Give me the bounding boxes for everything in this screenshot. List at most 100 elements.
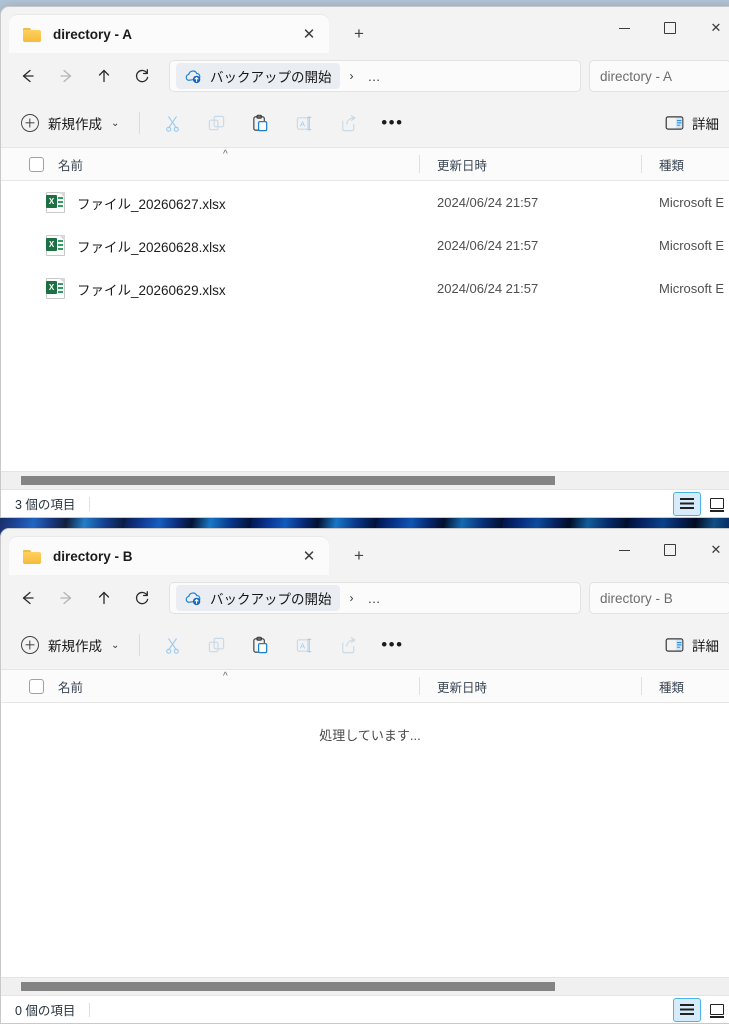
column-header-name[interactable]: 名前 [1,670,419,702]
paste-icon [253,636,268,653]
scissors-icon [166,637,179,654]
table-row[interactable]: X ファイル_20260628.xlsx 2024/06/24 21:57 Mi… [1,224,729,267]
tiles-view-icon [709,1004,724,1018]
arrow-right-icon [60,591,72,605]
share-button[interactable] [326,628,370,662]
table-row[interactable]: X ファイル_20260629.xlsx 2024/06/24 21:57 Mi… [1,267,729,310]
tab-directory-b[interactable]: directory - B ✕ [9,537,329,575]
new-tab-button[interactable]: + [345,542,373,570]
column-header-type[interactable]: 種類 [641,148,729,180]
maximize-button[interactable] [647,7,693,49]
arrow-left-icon [22,591,34,605]
arrow-right-icon [60,69,72,83]
details-pane-label: 詳細 [692,639,719,654]
back-button[interactable] [9,582,47,614]
breadcrumb-separator-icon[interactable]: › [340,591,364,605]
breadcrumb-overflow-icon[interactable]: … [364,591,386,606]
view-mode-toggles [673,491,729,516]
file-list-b[interactable]: 処理しています... [1,703,729,977]
onedrive-cloud-icon [185,591,201,605]
file-type: Microsoft E [659,195,725,210]
refresh-button[interactable] [123,582,161,614]
column-header-modified[interactable]: 更新日時 [419,148,641,180]
scrollbar-thumb[interactable] [21,982,556,991]
refresh-icon [135,69,149,83]
forward-button[interactable] [47,60,85,92]
new-item-button[interactable]: 新規作成 ⌄ [11,629,129,661]
new-tab-button[interactable]: + [345,20,373,48]
column-header-type[interactable]: 種類 [641,670,729,702]
share-icon [342,636,356,653]
file-modified: 2024/06/24 21:57 [437,195,539,210]
breadcrumb-backup[interactable]: バックアップの開始 [176,585,340,611]
file-modified: 2024/06/24 21:57 [437,281,539,296]
copy-button[interactable] [194,106,238,140]
up-button[interactable] [85,60,123,92]
column-headers: 名前 更新日時 種類 ^ [1,147,729,181]
file-explorer-window-a[interactable]: directory - A ✕ + ✕ バックアップの開始 › … direct… [0,6,729,518]
refresh-button[interactable] [123,60,161,92]
horizontal-scrollbar[interactable] [1,977,729,995]
address-field[interactable]: バックアップの開始 › … [169,60,581,92]
more-options-button[interactable]: ••• [370,106,414,140]
chevron-down-icon[interactable]: ⌄ [111,640,119,651]
command-bar: 新規作成 ⌄ A ••• 詳細 [1,99,729,147]
status-divider [89,496,91,511]
cut-button[interactable] [150,628,194,662]
file-explorer-window-b[interactable]: directory - B ✕ + ✕ バックアップの開始 › … direct… [0,528,729,1024]
tab-close-icon[interactable]: ✕ [295,542,323,570]
minimize-button[interactable] [601,7,647,49]
search-input[interactable]: directory - A [589,60,729,92]
details-pane-button[interactable]: 詳細 [655,629,729,661]
minimize-button[interactable] [601,529,647,571]
rename-button[interactable]: A [282,628,326,662]
forward-button[interactable] [47,582,85,614]
address-field[interactable]: バックアップの開始 › … [169,582,581,614]
onedrive-cloud-icon [185,69,201,83]
copy-button[interactable] [194,628,238,662]
breadcrumb-label: バックアップの開始 [210,70,332,85]
horizontal-scrollbar[interactable] [1,471,729,489]
close-button[interactable]: ✕ [693,7,729,49]
share-icon [342,114,356,131]
close-button[interactable]: ✕ [693,529,729,571]
chevron-down-icon[interactable]: ⌄ [111,118,119,129]
select-all-checkbox[interactable] [29,678,44,694]
maximize-button[interactable] [647,529,693,571]
paste-button[interactable] [238,106,282,140]
up-button[interactable] [85,582,123,614]
folder-icon [23,27,41,42]
rename-button[interactable]: A [282,106,326,140]
file-name: ファイル_20260627.xlsx [77,196,226,212]
scrollbar-thumb[interactable] [21,476,556,485]
tab-directory-a[interactable]: directory - A ✕ [9,15,329,53]
column-header-modified[interactable]: 更新日時 [419,670,641,702]
breadcrumb-overflow-icon[interactable]: … [364,69,386,84]
file-list-a[interactable]: X ファイル_20260627.xlsx 2024/06/24 21:57 Mi… [1,181,729,471]
paste-button[interactable] [238,628,282,662]
new-item-button[interactable]: 新規作成 ⌄ [11,107,129,139]
search-input[interactable]: directory - B [589,582,729,614]
select-all-checkbox[interactable] [29,156,44,172]
breadcrumb-backup[interactable]: バックアップの開始 [176,63,340,89]
back-button[interactable] [9,60,47,92]
details-pane-button[interactable]: 詳細 [655,107,729,139]
toolbar-divider [139,634,141,656]
search-placeholder: directory - A [600,68,673,84]
paste-icon [253,114,268,131]
empty-state-message: 処理しています... [319,728,421,743]
column-header-type-label: 種類 [659,680,685,695]
table-row[interactable]: X ファイル_20260627.xlsx 2024/06/24 21:57 Mi… [1,181,729,224]
share-button[interactable] [326,106,370,140]
more-options-button[interactable]: ••• [370,628,414,662]
details-view-button[interactable] [673,997,701,1022]
tab-close-icon[interactable]: ✕ [295,20,323,48]
cut-button[interactable] [150,106,194,140]
excel-file-icon: X [46,278,65,299]
column-header-name[interactable]: 名前 [1,148,419,180]
tiles-view-button[interactable] [703,998,729,1022]
tiles-view-button[interactable] [703,492,729,516]
details-pane-icon [665,638,684,652]
breadcrumb-separator-icon[interactable]: › [340,69,364,83]
details-view-button[interactable] [673,491,701,516]
